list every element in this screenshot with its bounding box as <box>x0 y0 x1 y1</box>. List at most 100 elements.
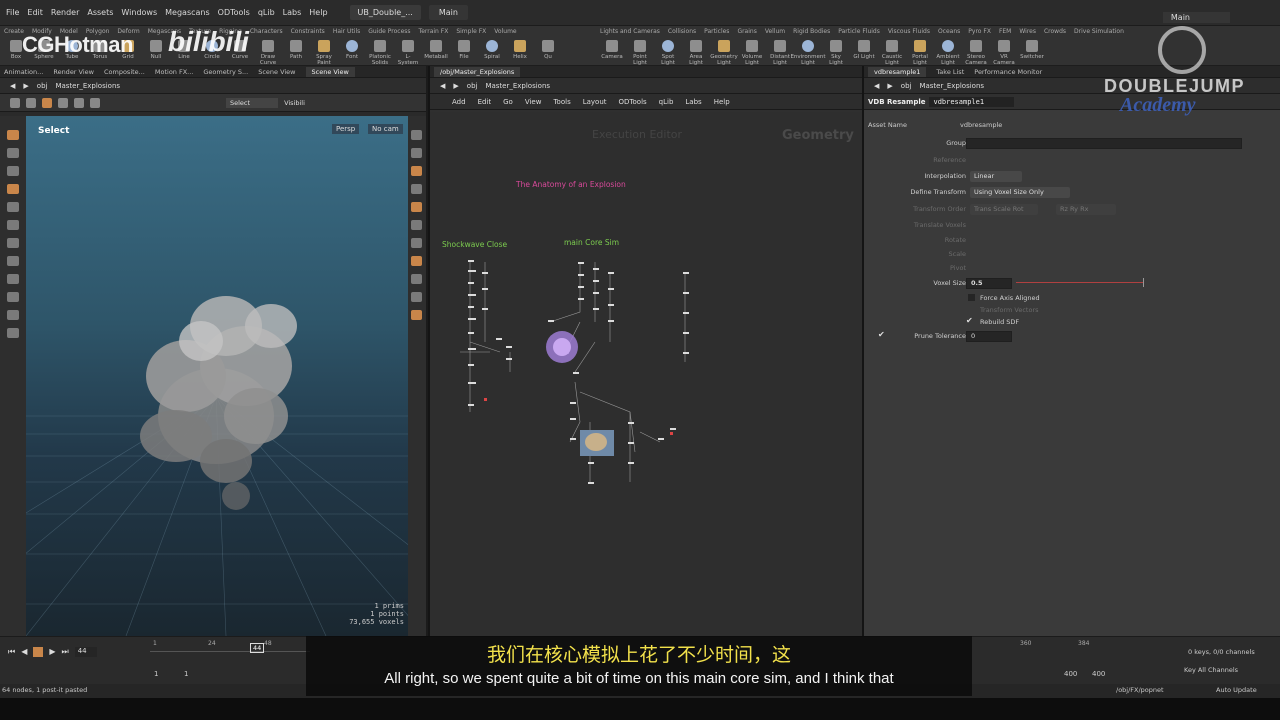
shelf-tab-left-13[interactable]: Simple FX <box>456 28 486 35</box>
range-start-field[interactable]: 1 <box>154 670 158 678</box>
shelf-tool-left-5[interactable]: Null <box>144 40 168 66</box>
display-options-icon[interactable] <box>410 130 422 140</box>
pose-tool-icon[interactable] <box>7 184 19 194</box>
network-tab[interactable]: /obj/Master_Explosions <box>434 66 521 77</box>
network-menu-labs[interactable]: Labs <box>685 98 701 106</box>
play-reverse-icon[interactable]: ◀ <box>21 647 27 657</box>
shelf-tab-left-9[interactable]: Constraints <box>291 28 325 35</box>
menu-megascans[interactable]: Megascans <box>165 8 210 17</box>
shelf-tab-right-13[interactable]: Drive Simulation <box>1074 28 1124 35</box>
3d-viewport[interactable]: Select Persp No cam 1 prims 1 points 73,… <box>26 116 408 636</box>
voxel-size-field[interactable]: 0.5 <box>966 277 1012 289</box>
key-all-channels-button[interactable]: Key All Channels <box>1184 666 1238 674</box>
shelf-tab-right-4[interactable]: Vellum <box>765 28 785 35</box>
force-axis-checkbox[interactable] <box>968 294 975 301</box>
shelf-tab-left-8[interactable]: Characters <box>250 28 283 35</box>
shelf-tool-left-11[interactable]: Spray Paint <box>312 40 336 66</box>
forward-arrow-icon[interactable]: ▶ <box>453 82 458 90</box>
shelf-tab-left-12[interactable]: Terrain FX <box>419 28 449 35</box>
shelf-tool-right-1[interactable]: Point Light <box>628 40 652 66</box>
path-node[interactable]: Master_Explosions <box>485 82 550 90</box>
desktop-selector[interactable]: Main <box>428 5 468 20</box>
shelf-tool-left-10[interactable]: Path <box>284 40 308 66</box>
shelf-tab-right-10[interactable]: FEM <box>999 28 1011 35</box>
current-frame-field[interactable]: 44 <box>74 647 97 657</box>
scene-view-tab-2[interactable]: Composite... <box>104 68 145 76</box>
network-menu-odtools[interactable]: ODTools <box>619 98 647 106</box>
shelf-tab-right-5[interactable]: Rigid Bodies <box>793 28 830 35</box>
scene-view-tab-3[interactable]: Motion FX... <box>155 68 194 76</box>
define-transform-dropdown[interactable]: Using Voxel Size Only <box>970 186 1070 198</box>
shelf-tool-right-13[interactable]: Stereo Camera <box>964 40 988 66</box>
rotation-order-dropdown[interactable]: Rz Ry Rx <box>1056 203 1116 215</box>
grid-icon[interactable] <box>410 238 422 248</box>
shelf-tool-right-3[interactable]: Area Light <box>684 40 708 66</box>
shelf-tab-left-14[interactable]: Volume <box>494 28 516 35</box>
shelf-tab-right-12[interactable]: Crowds <box>1044 28 1066 35</box>
light-icon[interactable] <box>410 184 422 194</box>
lighting-icon[interactable] <box>74 97 84 108</box>
network-menu-tools[interactable]: Tools <box>553 98 570 106</box>
desktop-file-tab[interactable]: UB_Double_... <box>349 5 421 20</box>
play-icon[interactable]: ▶ <box>49 647 55 657</box>
display-icon[interactable] <box>42 97 52 108</box>
path-node[interactable]: Master_Explosions <box>919 82 984 90</box>
shelf-tab-right-6[interactable]: Particle Fluids <box>838 28 880 35</box>
back-arrow-icon[interactable]: ◀ <box>10 82 15 90</box>
path-root[interactable]: obj <box>901 82 912 90</box>
shelf-tool-left-13[interactable]: Platonic Solids <box>368 40 392 66</box>
network-canvas[interactable]: Execution Editor Geometry The Anatomy of… <box>430 112 862 636</box>
rebuild-sdf-checkmark-icon[interactable]: ✔ <box>966 316 973 325</box>
menu-assets[interactable]: Assets <box>87 8 113 17</box>
network-menu-help[interactable]: Help <box>714 98 730 106</box>
menu-odtools[interactable]: ODTools <box>218 8 250 17</box>
scene-view-tab-1[interactable]: Render View <box>53 68 94 76</box>
shelf-tab-right-9[interactable]: Pyro FX <box>968 28 991 35</box>
shelf-tool-left-17[interactable]: Spiral <box>480 40 504 66</box>
shelf-tab-left-10[interactable]: Hair Utils <box>333 28 360 35</box>
forward-arrow-icon[interactable]: ▶ <box>23 82 28 90</box>
shelf-tool-left-14[interactable]: L-System <box>396 40 420 66</box>
interpolation-dropdown[interactable]: Linear <box>970 170 1022 182</box>
shelf-tab-left-11[interactable]: Guide Process <box>368 28 410 35</box>
shelf-tool-right-8[interactable]: Sky Light <box>824 40 848 66</box>
snap-icon[interactable] <box>26 97 36 108</box>
snap-tool-icon[interactable] <box>7 274 19 284</box>
gear-icon[interactable] <box>10 97 20 108</box>
shelf-tool-left-12[interactable]: Font <box>340 40 364 66</box>
scene-view-tab-0[interactable]: Animation... <box>4 68 43 76</box>
shading-icon[interactable] <box>58 97 68 108</box>
lock-icon[interactable] <box>410 148 422 158</box>
jump-start-icon[interactable]: ⏮ <box>8 647 15 657</box>
network-menu-qlib[interactable]: qLib <box>659 98 674 106</box>
menu-file[interactable]: File <box>6 8 19 17</box>
shelf-tab-right-7[interactable]: Viscous Fluids <box>888 28 930 35</box>
shelf-tool-left-18[interactable]: Helix <box>508 40 532 66</box>
network-menu-view[interactable]: View <box>525 98 542 106</box>
tab-take-list[interactable]: Take List <box>936 68 964 76</box>
measure-tool-icon[interactable] <box>7 328 19 338</box>
shelf-tool-right-14[interactable]: VR Camera <box>992 40 1016 66</box>
node-name-field[interactable]: vdbresample1 <box>929 96 1015 107</box>
shelf-tool-right-12[interactable]: Ambient Light <box>936 40 960 66</box>
auto-update-button[interactable]: Auto Update <box>1216 686 1257 694</box>
camera-menu[interactable]: No cam <box>368 124 403 134</box>
network-menu-add[interactable]: Add <box>452 98 466 106</box>
wireframe-icon[interactable] <box>90 97 100 108</box>
scene-view-tab-5[interactable]: Scene View <box>258 68 295 76</box>
shelf-tool-right-15[interactable]: Switcher <box>1020 40 1044 66</box>
prune-checkmark-icon[interactable]: ✔ <box>878 330 885 339</box>
path-root[interactable]: obj <box>467 82 478 90</box>
tab-performance-monitor[interactable]: Performance Monitor <box>974 68 1042 76</box>
asset-name-value[interactable]: vdbresample <box>960 121 1002 129</box>
shelf-tab-right-2[interactable]: Particles <box>704 28 729 35</box>
shadow-icon[interactable] <box>410 202 422 212</box>
normals-icon[interactable] <box>410 292 422 302</box>
move-tool-icon[interactable] <box>7 148 19 158</box>
back-arrow-icon[interactable]: ◀ <box>440 82 445 90</box>
scene-view-tab-4[interactable]: Geometry S... <box>203 68 248 76</box>
shelf-tool-left-16[interactable]: File <box>452 40 476 66</box>
prune-field[interactable]: 0 <box>966 330 1012 342</box>
render-region-icon[interactable] <box>410 256 422 266</box>
camera-tool-icon[interactable] <box>7 256 19 266</box>
